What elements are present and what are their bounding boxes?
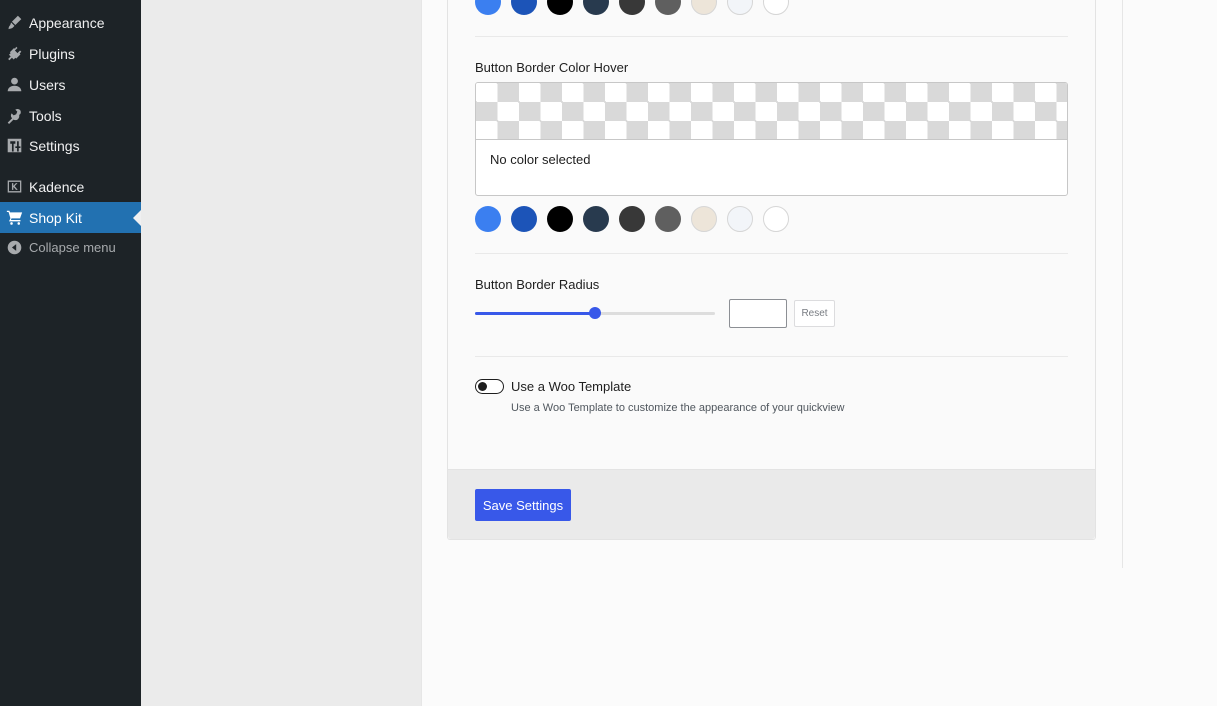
border-radius-label: Button Border Radius [475, 277, 600, 292]
content-background [141, 0, 421, 706]
color-swatch[interactable] [763, 0, 789, 15]
divider [475, 36, 1068, 37]
color-swatch[interactable] [655, 0, 681, 15]
cart-icon [4, 208, 24, 228]
kadence-icon [4, 177, 24, 197]
color-palette [475, 206, 789, 232]
admin-sidebar: Appearance Plugins Users Tools Settings … [0, 0, 141, 706]
slider-fill [475, 312, 595, 315]
settings-panel [447, 0, 1096, 540]
reset-button[interactable]: Reset [794, 300, 835, 327]
color-swatch[interactable] [475, 0, 501, 15]
color-picker[interactable]: No color selected [475, 82, 1068, 196]
divider [1122, 0, 1123, 568]
color-swatch[interactable] [619, 206, 645, 232]
color-swatch[interactable] [583, 0, 609, 15]
divider [475, 356, 1068, 357]
color-swatch[interactable] [763, 206, 789, 232]
sidebar-item-label: Settings [29, 137, 80, 154]
color-swatch[interactable] [727, 0, 753, 15]
border-color-hover-label: Button Border Color Hover [475, 60, 629, 75]
toggle-knob [478, 382, 487, 391]
sidebar-item-label: Kadence [29, 178, 85, 195]
sidebar-item-label: Plugins [29, 45, 75, 62]
sidebar-item-appearance[interactable]: Appearance [0, 7, 141, 38]
divider [475, 253, 1068, 254]
woo-template-toggle[interactable] [475, 379, 504, 394]
sidebar-item-label: Shop Kit [29, 209, 82, 226]
no-color-text: No color selected [490, 152, 591, 167]
collapse-menu-button[interactable]: Collapse menu [0, 232, 141, 263]
wrench-icon [4, 106, 24, 126]
color-swatch[interactable] [511, 0, 537, 15]
border-radius-input[interactable] [729, 299, 787, 328]
color-swatch[interactable] [547, 206, 573, 232]
sidebar-item-label: Appearance [29, 14, 105, 31]
sidebar-item-label: Collapse menu [29, 240, 116, 255]
color-swatch[interactable] [547, 0, 573, 15]
sidebar-item-settings[interactable]: Settings [0, 130, 141, 161]
color-swatch[interactable] [655, 206, 681, 232]
color-swatch[interactable] [511, 206, 537, 232]
collapse-icon [4, 238, 24, 258]
slider-thumb[interactable] [589, 307, 601, 319]
color-swatch[interactable] [727, 206, 753, 232]
plug-icon [4, 44, 24, 64]
sidebar-item-users[interactable]: Users [0, 69, 141, 100]
settings-icon [4, 136, 24, 156]
sidebar-item-tools[interactable]: Tools [0, 100, 141, 131]
color-swatch[interactable] [475, 206, 501, 232]
sidebar-item-label: Users [29, 76, 66, 93]
sidebar-item-kadence[interactable]: Kadence [0, 171, 141, 202]
woo-template-help: Use a Woo Template to customize the appe… [511, 402, 845, 414]
transparency-preview[interactable] [476, 83, 1067, 140]
paintbrush-icon [4, 13, 24, 33]
color-swatch[interactable] [691, 0, 717, 15]
color-swatch[interactable] [619, 0, 645, 15]
woo-template-label: Use a Woo Template [511, 379, 632, 394]
sidebar-item-label: Tools [29, 107, 62, 124]
sidebar-item-plugins[interactable]: Plugins [0, 38, 141, 69]
save-settings-button[interactable]: Save Settings [475, 489, 571, 521]
border-radius-slider[interactable] [475, 307, 715, 319]
color-swatch[interactable] [691, 206, 717, 232]
color-palette-top [475, 0, 789, 15]
user-icon [4, 75, 24, 95]
color-swatch[interactable] [583, 206, 609, 232]
sidebar-item-shop-kit[interactable]: Shop Kit [0, 202, 141, 233]
